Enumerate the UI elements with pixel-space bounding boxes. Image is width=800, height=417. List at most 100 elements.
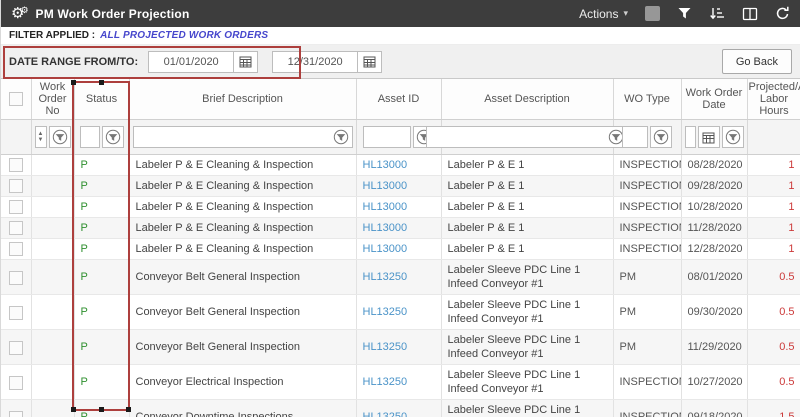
filter-cell-labor-hours	[747, 119, 800, 155]
status-cell: P	[74, 364, 130, 401]
asset-id-link[interactable]: HL13000	[363, 180, 408, 192]
asset-id-link[interactable]: HL13250	[363, 411, 408, 417]
date-to-calendar-button[interactable]	[358, 50, 383, 73]
work-order-date-cell: 11/28/2020	[681, 217, 748, 240]
row-checkbox[interactable]	[8, 375, 23, 390]
work-order-no-cell	[31, 294, 75, 331]
status-filter-input[interactable]	[79, 126, 100, 148]
asset-id-cell: HL13250	[356, 399, 442, 417]
work-order-no-cell	[31, 259, 75, 296]
asset-id-cell: HL13250	[356, 364, 442, 401]
sort-icon[interactable]	[709, 6, 725, 21]
work-order-date-cell: 09/28/2020	[681, 175, 748, 198]
brief-description-cell: Conveyor Downtime Inspections	[129, 399, 357, 417]
table-row: P Conveyor Belt General Inspection HL13250…	[1, 329, 800, 366]
col-header-asset-description[interactable]: Asset Description	[441, 79, 614, 120]
row-checkbox[interactable]	[8, 270, 23, 285]
status-cell: P	[74, 329, 130, 366]
actions-menu-button[interactable]: Actions ▾	[579, 7, 628, 21]
asset-id-link[interactable]: HL13000	[363, 222, 408, 234]
columns-icon[interactable]	[742, 7, 758, 21]
work-order-no-filter-button[interactable]	[48, 126, 71, 148]
status-cell: P	[74, 238, 130, 261]
work-order-date-filter-button[interactable]	[721, 126, 744, 148]
col-header-wo-type[interactable]: WO Type	[613, 79, 682, 120]
asset-id-link[interactable]: HL13250	[363, 376, 408, 388]
brief-description-cell: Conveyor Electrical Inspection	[129, 364, 357, 401]
cogs-icon: ⚙⚙	[11, 4, 29, 22]
brief-description-cell: Labeler P & E Cleaning & Inspection	[129, 196, 357, 219]
asset-description-cell: Labeler P & E 1	[441, 238, 614, 261]
row-checkbox[interactable]	[8, 410, 23, 417]
table-row: P Labeler P & E Cleaning & Inspection HL13…	[1, 175, 800, 198]
labor-hours-cell: 1	[747, 238, 800, 261]
row-checkbox[interactable]	[8, 200, 23, 215]
go-back-button[interactable]: Go Back	[721, 49, 792, 74]
filter-applied-value[interactable]: ALL PROJECTED WORK ORDERS	[100, 30, 268, 41]
work-order-date-cell: 09/30/2020	[681, 294, 748, 331]
work-order-date-calendar-button[interactable]	[697, 126, 720, 148]
brief-description-cell: Conveyor Belt General Inspection	[129, 329, 357, 366]
asset-id-filter-input[interactable]	[362, 126, 411, 148]
pm-work-order-projection-window: ⚙⚙ PM Work Order Projection Actions ▾ FI…	[0, 0, 800, 417]
asset-id-link[interactable]: HL13000	[363, 201, 408, 213]
row-checkbox[interactable]	[8, 340, 23, 355]
wo-type-filter-button[interactable]	[650, 126, 672, 148]
date-from-input[interactable]	[148, 50, 235, 73]
refresh-icon[interactable]	[775, 6, 790, 21]
status-cell: P	[74, 217, 130, 240]
work-order-no-stepper[interactable]: ▲ ▼	[34, 126, 47, 148]
status-filter-button[interactable]	[101, 126, 124, 148]
brief-description-cell: Labeler P & E Cleaning & Inspection	[129, 154, 357, 177]
row-checkbox[interactable]	[8, 221, 23, 236]
asset-description-cell: Labeler P & E 1	[441, 175, 614, 198]
table-row: P Conveyor Belt General Inspection HL13250…	[1, 259, 800, 296]
asset-description-cell: Labeler Sleeve PDC Line 1 Infeed Conveyo…	[441, 364, 614, 401]
col-header-work-order-date[interactable]: Work Order Date	[681, 79, 748, 120]
swatch-icon[interactable]	[645, 6, 660, 21]
wo-type-cell: PM	[613, 259, 682, 296]
row-checkbox[interactable]	[8, 242, 23, 257]
col-header-brief-description[interactable]: Brief Description	[129, 79, 357, 120]
col-header-work-order-no[interactable]: Work Order No	[31, 79, 75, 120]
table-row: P Labeler P & E Cleaning & Inspection HL13…	[1, 196, 800, 219]
asset-id-link[interactable]: HL13000	[363, 159, 408, 171]
asset-id-link[interactable]: HL13250	[363, 306, 408, 318]
table-row: PConveyor Downtime Inspections HL13250 Lab…	[1, 399, 800, 417]
table-row: P Conveyor Belt General Inspection HL13250…	[1, 294, 800, 331]
row-checkbox[interactable]	[8, 305, 23, 320]
col-header-asset-id[interactable]: Asset ID	[356, 79, 442, 120]
filter-cell-work-order-date	[681, 119, 748, 155]
work-order-date-cell: 12/28/2020	[681, 238, 748, 261]
col-header-labor-hours[interactable]: Projected/A Labor Hours	[747, 79, 800, 120]
brief-description-filter-button[interactable]	[333, 129, 352, 145]
filter-cell-select	[1, 119, 32, 155]
wo-type-cell: INSPECTION	[613, 196, 682, 219]
work-orders-table: Work Order No Status Brief Description A…	[1, 79, 800, 417]
wo-type-filter-input[interactable]	[622, 126, 648, 148]
table-row: P Labeler P & E Cleaning & Inspection HL13…	[1, 238, 800, 261]
col-header-status[interactable]: Status	[74, 79, 130, 120]
row-checkbox[interactable]	[8, 158, 23, 173]
date-to-input[interactable]	[272, 50, 359, 73]
asset-id-link[interactable]: HL13250	[363, 341, 408, 353]
asset-description-filter-input[interactable]	[427, 127, 608, 147]
row-checkbox[interactable]	[8, 179, 23, 194]
brief-description-cell: Labeler P & E Cleaning & Inspection	[129, 175, 357, 198]
brief-description-filter-input[interactable]	[133, 127, 333, 147]
filter-applied-bar: FILTER APPLIED : ALL PROJECTED WORK ORDE…	[1, 27, 800, 45]
wo-type-cell: INSPECTION	[613, 154, 682, 177]
chevron-down-icon: ▾	[623, 8, 628, 18]
select-all-checkbox[interactable]	[8, 92, 23, 106]
status-cell: P	[74, 175, 130, 198]
brief-description-cell: Labeler P & E Cleaning & Inspection	[129, 238, 357, 261]
asset-id-link[interactable]: HL13250	[363, 271, 408, 283]
work-order-no-cell	[31, 175, 75, 198]
wo-type-cell: INSPECTION	[613, 217, 682, 240]
date-from-calendar-button[interactable]	[234, 50, 259, 73]
table-row: P Conveyor Electrical Inspection HL13250 La…	[1, 364, 800, 401]
status-cell: P	[74, 196, 130, 219]
work-order-date-filter-input[interactable]	[684, 126, 696, 148]
filter-icon[interactable]	[677, 6, 692, 21]
asset-id-link[interactable]: HL13000	[363, 243, 408, 255]
